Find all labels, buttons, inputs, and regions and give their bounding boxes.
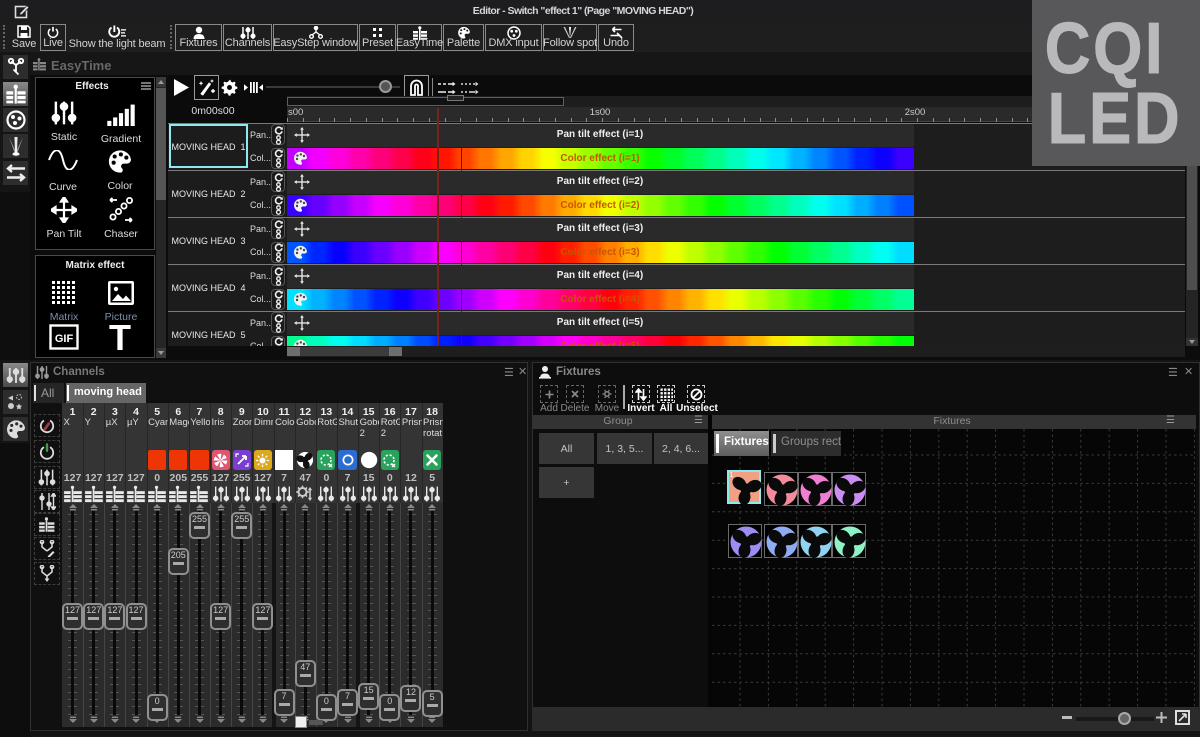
svg-text:GIF: GIF [55,333,74,345]
svg-text:T: T [109,320,131,354]
